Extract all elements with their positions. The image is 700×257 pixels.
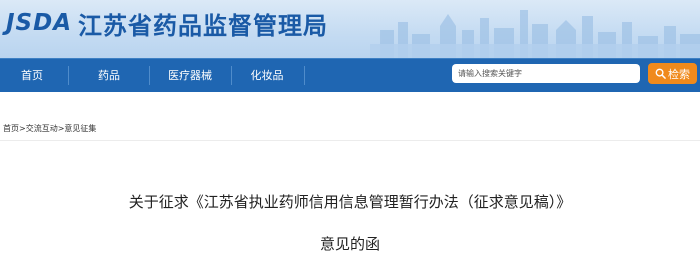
nav-divider <box>149 66 150 85</box>
search-button[interactable]: 检索 <box>648 63 697 84</box>
search-icon <box>655 68 666 79</box>
article-title-line2: 意见的函 <box>319 235 380 253</box>
logo-abbreviation: JSDA <box>6 10 73 36</box>
site-name: 江苏省药品监督管理局 <box>78 11 329 40</box>
nav-divider <box>304 66 305 85</box>
site-logo[interactable]: JSDA 江苏省药品监督管理局 <box>6 8 329 40</box>
nav-divider <box>231 66 232 85</box>
breadcrumb-home[interactable]: 首页 <box>3 124 19 133</box>
nav-item-cosmetics[interactable]: 化妆品 <box>234 59 300 92</box>
breadcrumb-separator: > <box>19 124 26 133</box>
search-input[interactable] <box>452 64 640 83</box>
nav-divider <box>68 66 69 85</box>
city-skyline-illustration <box>370 10 700 58</box>
breadcrumb: 首页>交流互动>意见征集 <box>3 123 96 134</box>
breadcrumb-current[interactable]: 意见征集 <box>64 124 96 133</box>
search-button-label: 检索 <box>668 67 690 81</box>
nav-item-drugs[interactable]: 药品 <box>72 59 146 92</box>
content-divider <box>0 140 700 141</box>
article-title-line1: 关于征求《江苏省执业药师信用信息管理暂行办法（征求意见稿）》 <box>128 193 572 211</box>
site-header: JSDA 江苏省药品监督管理局 <box>0 0 700 58</box>
nav-item-medical-devices[interactable]: 医疗器械 <box>152 59 228 92</box>
nav-item-home[interactable]: 首页 <box>0 59 64 92</box>
breadcrumb-section[interactable]: 交流互动 <box>26 124 58 133</box>
